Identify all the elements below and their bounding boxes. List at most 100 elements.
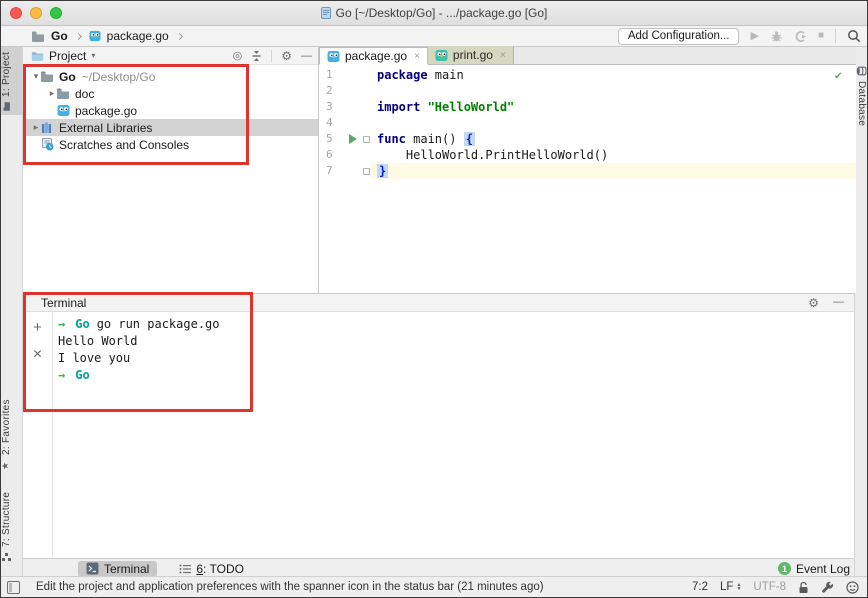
code-text: HelloWorld.PrintHelloWorld() xyxy=(377,148,609,162)
editor-tab-package-go[interactable]: package.go × xyxy=(319,47,428,65)
prompt-arrow: → xyxy=(58,317,66,331)
breadcrumb-project[interactable]: Go xyxy=(51,29,68,43)
document-icon xyxy=(320,7,331,19)
add-configuration-button[interactable]: Add Configuration... xyxy=(617,27,740,45)
go-file-icon xyxy=(89,30,101,42)
gear-icon[interactable]: ⚙ xyxy=(808,296,819,310)
terminal-line: Hello World xyxy=(58,333,854,350)
tool-stripe-tab-project[interactable]: 1: Project xyxy=(1,47,22,115)
expanded-arrow-icon[interactable]: ▾ xyxy=(23,71,39,82)
code-keyword: package xyxy=(377,68,428,82)
titlebar[interactable]: Go [~/Desktop/Go] - .../package.go [Go] xyxy=(1,1,867,26)
close-session-icon[interactable]: ✕ xyxy=(32,347,42,361)
event-log-button[interactable]: 1 Event Log xyxy=(777,562,850,576)
tool-window-switcher-icon[interactable] xyxy=(7,580,20,594)
scratches-icon xyxy=(39,138,55,151)
tool-stripe-label: 2: Favorites xyxy=(1,399,12,456)
toolbar-tab-label: : TODO xyxy=(203,561,244,576)
line-number: 1 xyxy=(326,68,333,81)
code-text: main() xyxy=(405,132,464,146)
terminal-line: I love you xyxy=(58,350,854,367)
go-file-icon xyxy=(435,49,448,62)
terminal-text: Hello World xyxy=(58,334,138,348)
tree-row-scratches[interactable]: Scratches and Consoles xyxy=(23,136,318,153)
tool-stripe-tab-favorites[interactable]: ★ 2: Favorites xyxy=(1,396,22,474)
tree-item-path: ~/Desktop/Go xyxy=(81,69,156,84)
hide-panel-icon[interactable]: — xyxy=(301,50,312,62)
run-icon[interactable]: ▶ xyxy=(750,30,758,42)
project-view-selector[interactable]: Project ▾ xyxy=(31,49,95,63)
line-number: 3 xyxy=(326,100,333,113)
code-brace: } xyxy=(377,164,389,178)
project-tree: ▾ Go ~/Desktop/Go ▸ doc package.go ▸ Ext… xyxy=(23,65,318,153)
tool-stripe-tab-structure[interactable]: 7: Structure xyxy=(1,479,22,573)
left-tool-stripe: 1: Project ★ 2: Favorites 7: Structure xyxy=(1,47,23,576)
line-number: 7 xyxy=(326,164,333,177)
tool-stripe-label: 1: Project xyxy=(1,51,12,97)
search-everywhere-icon[interactable] xyxy=(847,29,861,43)
go-file-icon xyxy=(327,50,340,63)
file-encoding[interactable]: UTF-8 xyxy=(753,581,786,593)
status-bar: Edit the project and application prefere… xyxy=(1,576,867,597)
line-separator[interactable]: LF xyxy=(720,581,733,593)
run-main-gutter-icon[interactable] xyxy=(349,134,357,144)
inspector-face-icon[interactable] xyxy=(846,580,859,594)
hide-panel-icon[interactable]: — xyxy=(833,296,844,310)
prompt-directory: Go xyxy=(75,368,90,382)
close-window-button[interactable] xyxy=(10,7,22,19)
close-tab-icon[interactable]: × xyxy=(414,51,420,62)
tool-stripe-label: 7: Structure xyxy=(1,491,12,547)
new-session-icon[interactable]: + xyxy=(33,319,42,336)
tool-window-bar: Terminal 6: TODO 1 Event Log xyxy=(23,558,854,578)
tree-row-doc[interactable]: ▸ doc xyxy=(23,85,318,102)
terminal-output[interactable]: → Go go run package.go Hello World I love … xyxy=(58,316,854,558)
terminal-tool-window: Terminal ⚙ — + ✕ → Go go run package.go He… xyxy=(23,293,854,558)
fold-marker-icon[interactable] xyxy=(362,135,370,143)
toolbar-tab-todo[interactable]: 6: TODO xyxy=(171,561,252,577)
minimize-window-button[interactable] xyxy=(30,7,42,19)
editor-tab-print-go[interactable]: print.go × xyxy=(427,46,514,64)
code-editor[interactable]: ✔ 1 package main 2 3 import "HelloWorld"… xyxy=(319,65,856,179)
breadcrumb-file[interactable]: package.go xyxy=(107,29,169,43)
wrench-icon[interactable] xyxy=(821,581,834,594)
tool-stripe-tab-database[interactable]: Database xyxy=(855,51,867,141)
event-log-badge: 1 xyxy=(777,562,791,575)
caret-position[interactable]: 7:2 xyxy=(692,581,708,593)
collapsed-arrow-icon[interactable]: ▸ xyxy=(23,122,39,133)
code-keyword: func xyxy=(377,132,406,146)
close-tab-icon[interactable]: × xyxy=(500,50,506,61)
line-number: 5 xyxy=(326,132,333,145)
terminal-panel-title: Terminal xyxy=(41,295,87,310)
ide-window: Go [~/Desktop/Go] - .../package.go [Go] … xyxy=(0,0,868,598)
terminal-header: Terminal ⚙ — xyxy=(23,294,854,312)
stop-icon[interactable]: ■ xyxy=(818,31,824,41)
terminal-line: → Go go run package.go xyxy=(58,316,854,333)
toolbar-tab-label: Terminal xyxy=(104,561,150,576)
toolbar-separator xyxy=(835,29,836,43)
prompt-directory: Go xyxy=(75,317,90,331)
prompt-arrow: → xyxy=(58,368,66,382)
inspections-ok-icon[interactable]: ✔ xyxy=(835,68,842,82)
zoom-window-button[interactable] xyxy=(50,7,62,19)
chevron-right-icon xyxy=(175,32,183,40)
collapsed-arrow-icon[interactable]: ▸ xyxy=(39,88,55,99)
toolbar-tab-terminal[interactable]: Terminal xyxy=(78,560,158,577)
tree-row-go-root[interactable]: ▾ Go ~/Desktop/Go xyxy=(23,68,318,85)
lock-icon[interactable] xyxy=(798,581,809,594)
line-number: 6 xyxy=(326,148,333,161)
locate-file-icon[interactable]: ◎ xyxy=(233,49,243,62)
project-tool-icon xyxy=(2,101,12,111)
fold-marker-icon[interactable] xyxy=(362,167,370,175)
go-file-icon xyxy=(55,104,71,117)
gear-icon[interactable]: ⚙ xyxy=(281,49,292,63)
window-title: Go [~/Desktop/Go] - .../package.go [Go] xyxy=(335,6,548,20)
editor-tab-label: package.go xyxy=(345,49,408,63)
run-with-coverage-icon[interactable] xyxy=(794,30,807,43)
toolbar-separator xyxy=(271,49,273,62)
collapse-all-icon[interactable] xyxy=(251,50,262,62)
tree-item-label: External Libraries xyxy=(59,120,153,135)
status-message[interactable]: Edit the project and application prefere… xyxy=(36,581,544,593)
tree-row-external-libraries[interactable]: ▸ External Libraries xyxy=(23,119,318,136)
debug-icon[interactable] xyxy=(770,30,783,43)
tree-row-package-go[interactable]: package.go xyxy=(23,102,318,119)
